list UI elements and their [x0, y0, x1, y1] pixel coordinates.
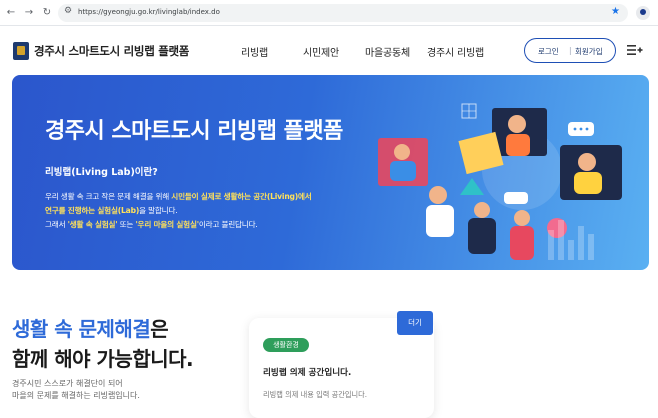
- login-button[interactable]: 로그인: [538, 46, 559, 57]
- card-title[interactable]: 리빙랩 의제 공간입니다.: [263, 366, 351, 378]
- signup-button[interactable]: 회원가입: [575, 46, 603, 57]
- divider: |: [569, 46, 572, 55]
- url-text: https://gyeongju.go.kr/livinglab/index.d…: [78, 8, 220, 16]
- section-desc-line1: 경주시민 스스로가 해결단이 되어: [12, 379, 123, 388]
- section-headline-line2: 함께 해야 가능합니다.: [12, 347, 194, 371]
- gyeongju-logo-icon[interactable]: [13, 42, 29, 60]
- card-description: 리빙랩 의제 내용 입력 공간입니다.: [263, 390, 367, 399]
- hero-text-line1: 우리 생활 속 크고 작은 문제 해결을 위해 시민들이 실제로 생활하는 공간…: [45, 192, 312, 201]
- profile-icon[interactable]: [636, 6, 650, 20]
- hero-text-line3: 그래서 '생활 속 실험실' 또는 '우리 마을의 실험실'이라고 불린답니다.: [45, 220, 258, 229]
- category-tag: 생활환경: [263, 338, 309, 352]
- section-headline-line1: 생활 속 문제해결은: [12, 317, 169, 341]
- browser-toolbar: ← → ↻ ⚙ https://gyeongju.go.kr/livinglab…: [0, 0, 658, 26]
- hero-text-line2: 연구를 진행하는 실험실(Lab)을 말합니다.: [45, 206, 178, 215]
- nav-item-livinglab[interactable]: 리빙랩: [241, 44, 268, 59]
- forward-icon[interactable]: →: [22, 6, 36, 20]
- auth-button-group: 로그인 | 회원가입: [524, 38, 616, 63]
- nav-item-citizen-proposal[interactable]: 시민제안: [303, 44, 339, 59]
- bookmark-star-icon[interactable]: ★: [611, 6, 620, 17]
- reload-icon[interactable]: ↻: [40, 6, 54, 20]
- back-icon[interactable]: ←: [4, 6, 18, 20]
- hero-question: 리빙랩(Living Lab)이란?: [45, 167, 158, 178]
- section-desc-line2: 마을의 문제를 해결하는 리빙랩입니다.: [12, 391, 140, 400]
- site-info-icon[interactable]: ⚙: [64, 6, 72, 16]
- hero-banner: 경주시 스마트도시 리빙랩 플랫폼 리빙랩(Living Lab)이란? 우리 …: [12, 75, 649, 270]
- nav-item-gyeongju-livinglab[interactable]: 경주시 리빙랩: [427, 44, 484, 59]
- site-header: 경주시 스마트도시 리빙랩 플랫폼 리빙랩 시민제안 마을공동체 경주시 리빙랩…: [0, 27, 658, 75]
- nav-item-community[interactable]: 마을공동체: [365, 44, 410, 59]
- hero-title: 경주시 스마트도시 리빙랩 플랫폼: [45, 119, 343, 144]
- menu-plus-icon[interactable]: [627, 43, 643, 57]
- collaboration-illustration: [378, 103, 622, 260]
- site-title[interactable]: 경주시 스마트도시 리빙랩 플랫폼: [34, 43, 189, 59]
- address-bar[interactable]: ⚙ https://gyeongju.go.kr/livinglab/index…: [58, 4, 628, 22]
- more-button[interactable]: 더기: [397, 311, 433, 335]
